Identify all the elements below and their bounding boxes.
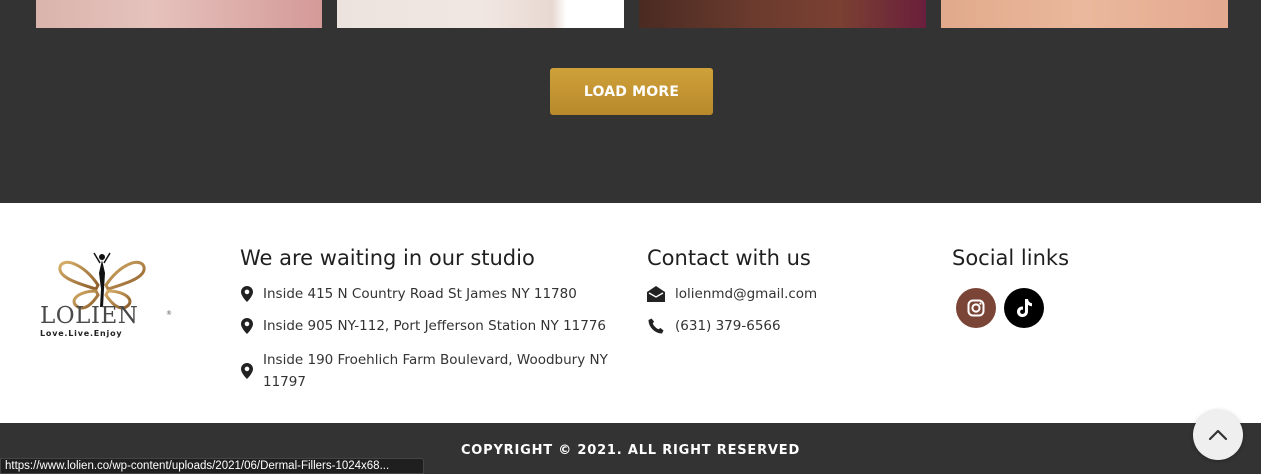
map-pin-icon bbox=[240, 286, 254, 302]
instagram-icon bbox=[967, 299, 985, 317]
social-title: Social links bbox=[952, 246, 1070, 270]
studio-title: We are waiting in our studio bbox=[240, 246, 535, 270]
contact-title: Contact with us bbox=[647, 246, 811, 270]
email-text[interactable]: lolienmd@gmail.com bbox=[675, 286, 817, 302]
map-pin-icon bbox=[240, 363, 254, 379]
address-item: Inside 415 N Country Road St James NY 11… bbox=[240, 286, 577, 302]
gallery-image-1[interactable] bbox=[36, 0, 322, 28]
instagram-link[interactable] bbox=[956, 288, 996, 328]
logo-wordmark: LOLIEN bbox=[40, 303, 139, 329]
email-item[interactable]: lolienmd@gmail.com bbox=[647, 286, 817, 302]
tiktok-link[interactable] bbox=[1004, 288, 1044, 328]
scroll-to-top-button[interactable] bbox=[1193, 410, 1243, 460]
envelope-icon bbox=[647, 286, 665, 302]
address-text: Inside 905 NY-112, Port Jefferson Statio… bbox=[263, 318, 607, 334]
phone-text[interactable]: (631) 379-6566 bbox=[675, 318, 781, 334]
address-item: Inside 905 NY-112, Port Jefferson Statio… bbox=[240, 318, 606, 334]
svg-text:®: ® bbox=[166, 310, 172, 317]
gallery-section: LOAD MORE bbox=[0, 0, 1261, 203]
load-more-button[interactable]: LOAD MORE bbox=[550, 68, 713, 115]
gallery-image-4[interactable] bbox=[941, 0, 1228, 28]
tiktok-icon bbox=[1017, 299, 1032, 317]
address-text: Inside 415 N Country Road St James NY 11… bbox=[263, 286, 577, 302]
address-item: Inside 190 Froehlich Farm Boulevard, Woo… bbox=[240, 349, 620, 393]
logo-tagline: Love.Live.Enjoy bbox=[40, 329, 123, 338]
phone-item[interactable]: (631) 379-6566 bbox=[647, 318, 781, 334]
chevron-up-icon bbox=[1208, 429, 1228, 441]
copyright-text: COPYRIGHT © 2021. ALL RIGHT RESERVED bbox=[460, 443, 801, 458]
footer: ® LOLIEN Love.Live.Enjoy We are waiting … bbox=[0, 203, 1261, 423]
map-pin-icon bbox=[240, 318, 254, 334]
phone-icon bbox=[647, 318, 665, 334]
gallery-image-2[interactable] bbox=[337, 0, 624, 28]
browser-status-url: https://www.lolien.co/wp-content/uploads… bbox=[0, 458, 424, 474]
gallery-image-3[interactable] bbox=[639, 0, 926, 28]
address-text: Inside 190 Froehlich Farm Boulevard, Woo… bbox=[263, 352, 608, 390]
